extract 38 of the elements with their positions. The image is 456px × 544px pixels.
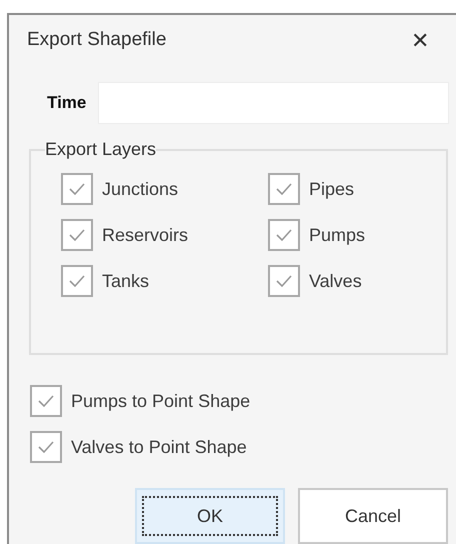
checkbox-label: Pumps to Point Shape [71, 390, 250, 413]
checkmark-icon [38, 395, 54, 407]
group-title: Export Layers [45, 138, 156, 161]
checkbox[interactable]: Pumps to Point Shape [30, 385, 456, 417]
checkbox-box[interactable] [61, 219, 93, 251]
dialog-button[interactable]: Cancel [298, 488, 448, 544]
window-title: Export Shapefile [27, 28, 166, 52]
checkmark-icon [276, 183, 292, 195]
checkbox-label: Tanks [102, 270, 150, 292]
checkbox-label: Valves [309, 270, 362, 292]
checkbox-box[interactable] [268, 265, 300, 297]
checkmark-icon [276, 229, 292, 241]
checkbox-box[interactable] [268, 219, 300, 251]
checkbox[interactable]: Valves to Point Shape [30, 431, 456, 463]
checkmark-icon [38, 441, 54, 453]
checkbox-box[interactable] [61, 265, 93, 297]
checkbox-box[interactable] [30, 385, 62, 417]
checkmark-icon [69, 183, 85, 195]
close-button[interactable]: ✕ [404, 24, 436, 56]
checkbox[interactable]: Pumps [268, 219, 416, 251]
dialog-button[interactable]: OK [135, 488, 285, 544]
checkmark-icon [69, 229, 85, 241]
checkbox-label: Junctions [102, 178, 178, 200]
checkmark-icon [69, 275, 85, 287]
checkbox-box[interactable] [268, 173, 300, 205]
checkbox[interactable]: Valves [268, 265, 416, 297]
checkbox-label: Valves to Point Shape [71, 436, 247, 459]
checkmark-icon [276, 275, 292, 287]
checkbox[interactable]: Junctions [61, 173, 268, 205]
checkbox-box[interactable] [30, 431, 62, 463]
checkbox[interactable]: Reservoirs [61, 219, 268, 251]
checkbox-box[interactable] [61, 173, 93, 205]
checkbox[interactable]: Pipes [268, 173, 416, 205]
checkbox-label: Reservoirs [102, 224, 188, 246]
checkbox-label: Pumps [309, 224, 366, 247]
checkbox[interactable]: Tanks [61, 265, 268, 297]
checkbox-label: Pipes [309, 178, 354, 201]
time-label: Time [47, 92, 86, 114]
